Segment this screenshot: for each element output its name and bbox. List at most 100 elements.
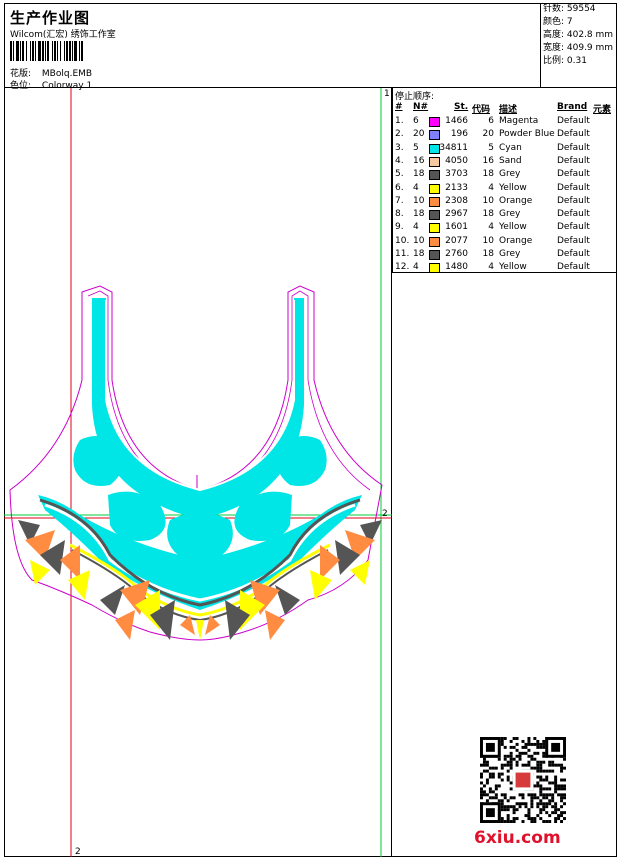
qr-module: [485, 799, 489, 803]
qr-module: [539, 778, 543, 782]
qr-module: [563, 787, 566, 791]
qr-module: [548, 802, 552, 806]
qr-module: [521, 745, 525, 749]
qr-module: [560, 766, 564, 770]
qr-module: [485, 769, 489, 773]
qr-module: [512, 737, 516, 740]
qr-module: [533, 742, 537, 746]
qr-module: [530, 802, 534, 806]
qr-module: [563, 793, 566, 797]
qr-module: [551, 793, 555, 797]
qr-module: [527, 754, 531, 758]
qr-module: [500, 793, 504, 797]
qr-module: [530, 817, 534, 821]
qr-module: [536, 784, 540, 788]
qr-module: [536, 742, 540, 746]
qr-module: [527, 737, 531, 740]
qr-module: [542, 778, 546, 782]
qr-module: [545, 769, 549, 773]
qr-module: [491, 766, 495, 770]
qr-module: [530, 754, 534, 758]
qr-module: [563, 811, 566, 815]
qr-module: [482, 763, 486, 767]
qr-module: [536, 796, 540, 800]
qr-module: [560, 814, 564, 818]
qr-module: [545, 796, 549, 800]
qr-module: [545, 775, 549, 779]
qr-module: [509, 820, 513, 823]
qr-module: [527, 814, 531, 818]
qr-module: [536, 775, 540, 779]
qr-module: [545, 787, 549, 791]
qr-module: [509, 745, 513, 749]
leaf-right-4: [350, 560, 370, 585]
qr-module: [554, 820, 558, 823]
qr-module: [509, 763, 513, 767]
qr-module: [533, 737, 537, 740]
qr-module: [497, 784, 501, 788]
qr-module: [548, 763, 552, 767]
qr-module: [521, 739, 525, 743]
qr-module: [545, 802, 549, 806]
qr-module: [536, 805, 540, 809]
qr-module: [536, 751, 540, 755]
qr-module: [548, 799, 552, 803]
qr-module: [494, 766, 498, 770]
qr-module: [524, 763, 528, 767]
qr-module: [512, 811, 516, 815]
qr-module: [551, 805, 555, 809]
qr-module: [545, 778, 549, 782]
qr-module: [539, 784, 543, 788]
qr-module: [542, 787, 546, 791]
qr-module: [506, 763, 510, 767]
qr-module: [530, 793, 534, 797]
qr-module: [539, 790, 543, 794]
qr-module: [539, 811, 543, 815]
qr-module: [485, 793, 489, 797]
qr-module: [480, 790, 483, 794]
qr-module: [563, 757, 566, 761]
qr-module: [491, 790, 495, 794]
qr-module: [554, 763, 558, 767]
qr-module: [536, 739, 540, 743]
leaf-right-11: [265, 610, 285, 640]
qr-module: [563, 802, 566, 806]
qr-module: [485, 781, 489, 785]
qr-module: [512, 805, 516, 809]
qr-module: [542, 820, 546, 823]
qr-module: [480, 763, 483, 767]
qr-module: [512, 808, 516, 812]
qr-module: [542, 745, 546, 749]
qr-module: [506, 760, 510, 764]
qr-module: [509, 754, 513, 758]
qr-module: [560, 799, 564, 803]
qr-module: [542, 802, 546, 806]
qr-module: [509, 781, 513, 785]
motif-right-top: [276, 436, 327, 486]
qr-module: [488, 787, 492, 791]
qr-module: [512, 757, 516, 761]
qr-module: [542, 754, 546, 758]
qr-module: [527, 748, 531, 752]
qr-module: [485, 760, 489, 764]
qr-module: [539, 799, 543, 803]
qr-module: [494, 787, 498, 791]
qr-module: [542, 760, 546, 764]
qr-module: [509, 796, 513, 800]
qr-module: [557, 814, 561, 818]
qr-module: [518, 754, 522, 758]
qr-module: [557, 784, 561, 788]
qr-module: [545, 805, 549, 809]
qr-module: [527, 760, 531, 764]
qr-module: [554, 808, 558, 812]
qr-module: [521, 820, 525, 823]
qr-module: [542, 751, 546, 755]
qr-module: [521, 796, 525, 800]
qr-module: [506, 817, 510, 821]
qr-module: [506, 820, 510, 823]
qr-module: [488, 766, 492, 770]
qr-module: [500, 778, 504, 782]
qr-module: [557, 808, 561, 812]
qr-module: [480, 781, 483, 785]
watermark-text: 6xiu.com: [474, 828, 561, 848]
